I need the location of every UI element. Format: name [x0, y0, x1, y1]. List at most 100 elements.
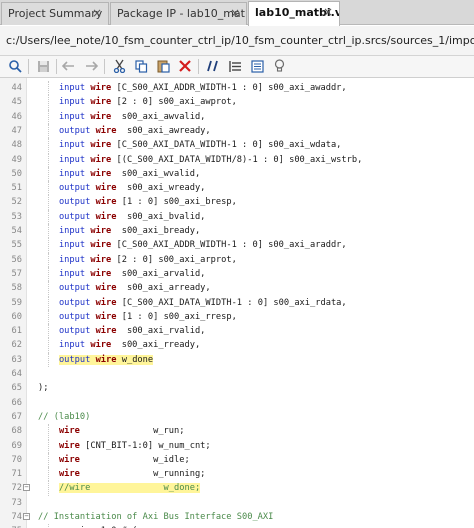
paste-icon[interactable]	[154, 57, 172, 75]
undo-icon[interactable]	[60, 57, 78, 75]
align-icon[interactable]	[226, 57, 244, 75]
line-number: 55	[11, 240, 22, 251]
copy-icon[interactable]	[132, 57, 150, 75]
keyword-token: output	[58, 197, 91, 208]
code-line[interactable]: 57 input wire s00_axi_arvalid,	[0, 266, 474, 282]
indent-guide	[48, 81, 50, 96]
line-number: 70	[11, 454, 22, 465]
keyword-token: wire	[95, 311, 117, 322]
line-number: 53	[11, 211, 22, 222]
code-text: input wire [2 : 0] s00_axi_awprot,	[59, 95, 237, 109]
code-line[interactable]: 55 input wire [C_S00_AXI_ADDR_WIDTH-1 : 0…	[0, 238, 474, 253]
code-text: output wire w_done	[58, 353, 154, 367]
indent-guide	[48, 238, 50, 253]
close-icon[interactable]: ×	[92, 3, 102, 24]
keyword-token: wire	[90, 168, 112, 179]
code-text: wire w_idle;	[59, 453, 190, 467]
close-icon[interactable]: ×	[230, 3, 240, 24]
keyword-token: wire	[90, 340, 112, 351]
code-line[interactable]: 60 output wire [1 : 0] s00_axi_rresp,	[0, 309, 474, 325]
code-token: [2 : 0] s00_axi_arprot,	[111, 254, 237, 265]
indent-guide	[48, 195, 50, 210]
line-number: 50	[11, 168, 22, 179]
code-editor[interactable]: 44 input wire [C_S00_AXI_ADDR_WIDTH-1 : 0…	[0, 78, 474, 528]
line-number: 62	[11, 340, 22, 351]
code-token: [C_S00_AXI_ADDR_WIDTH-1 : 0] s00_axi_awa…	[111, 83, 347, 93]
code-line[interactable]: 74− // Instantiation of Axi Bus Interface…	[0, 510, 474, 524]
line-number: 56	[11, 254, 22, 265]
code-line[interactable]: 67 // (lab10)	[0, 410, 474, 424]
code-line[interactable]: 66	[0, 396, 474, 410]
code-token: [C_S00_AXI_DATA_WIDTH-1 : 0] s00_axi_rda…	[116, 297, 347, 308]
code-token: [1 : 0] s00_axi_rresp,	[116, 311, 237, 322]
keyword-token: wire	[90, 240, 112, 251]
tab-bar: Project Summary × Package IP - lab10_mat…	[0, 0, 474, 26]
save-icon[interactable]	[34, 57, 52, 75]
code-line[interactable]: 45 input wire [2 : 0] s00_axi_awprot,	[0, 95, 474, 110]
keyword-token: input	[58, 240, 86, 251]
tab-label: Project Summary	[8, 7, 103, 20]
code-token: [1 : 0] s00_axi_bresp,	[116, 197, 237, 208]
code-token: w_done	[116, 354, 154, 365]
code-token: [CNT_BIT-1:0] w_num_cnt;	[79, 440, 211, 451]
search-icon[interactable]	[6, 57, 24, 75]
code-line[interactable]: 71 wire w_running;	[0, 467, 474, 482]
code-line[interactable]: 48 input wire [C_S00_AXI_DATA_WIDTH-1 : 0…	[0, 138, 474, 153]
code-text: output wire s00_axi_wready,	[59, 181, 205, 195]
code-line[interactable]: 69 wire [CNT_BIT-1:0] w_num_cnt;	[0, 438, 474, 453]
fold-toggle-icon[interactable]: −	[23, 513, 30, 520]
comment-token: // (lab10)	[38, 411, 91, 422]
code-line[interactable]: 53 output wire s00_axi_bvalid,	[0, 209, 474, 224]
code-line[interactable]: 65);	[0, 381, 474, 395]
code-line[interactable]: 49 input wire [(C_S00_AXI_DATA_WIDTH/8)-1…	[0, 152, 474, 167]
code-line[interactable]: 46 input wire s00_axi_awvalid,	[0, 109, 474, 124]
tab-lab10-matbi-v[interactable]: lab10_matbi.v ×	[248, 1, 340, 26]
redo-icon[interactable]	[82, 57, 100, 75]
code-line[interactable]: 72− //wire w_done;	[0, 481, 474, 496]
code-line[interactable]: 64	[0, 367, 474, 381]
code-text: // (lab10)	[38, 410, 90, 424]
cut-icon[interactable]	[110, 57, 128, 75]
bulb-icon[interactable]	[270, 57, 288, 75]
code-text: output wire s00_axi_awready,	[59, 124, 211, 138]
keyword-token: wire	[90, 154, 112, 165]
line-number: 49	[11, 154, 22, 165]
code-line[interactable]: 58 output wire s00_axi_arready,	[0, 281, 474, 296]
close-icon[interactable]: ×	[323, 2, 333, 23]
code-line[interactable]: 73	[0, 496, 474, 510]
line-number: 58	[11, 283, 22, 294]
keyword-token: wire	[95, 197, 117, 208]
code-line[interactable]: 56 input wire [2 : 0] s00_axi_arprot,	[0, 252, 474, 267]
code-line[interactable]: 75 myip_v1_0 # (	[0, 524, 474, 528]
code-line[interactable]: 62 input wire s00_axi_rready,	[0, 338, 474, 353]
keyword-token: wire	[90, 268, 112, 279]
tab-project-summary[interactable]: Project Summary ×	[1, 2, 109, 25]
tab-package-ip[interactable]: Package IP - lab10_matbi ×	[110, 2, 247, 25]
code-line[interactable]: 50 input wire s00_axi_wvalid,	[0, 166, 474, 182]
code-text: input wire [2 : 0] s00_axi_arprot,	[59, 253, 237, 267]
indent-guide	[48, 295, 50, 310]
code-text: input wire s00_axi_rready,	[59, 338, 200, 352]
code-line[interactable]: 68 wire w_run;	[0, 424, 474, 439]
line-number: 52	[11, 197, 22, 208]
line-number: 48	[11, 140, 22, 151]
code-token: [2 : 0] s00_axi_awprot,	[111, 97, 237, 108]
delete-icon[interactable]	[176, 57, 194, 75]
comment-icon[interactable]	[204, 57, 222, 75]
code-line[interactable]: 59 output wire [C_S00_AXI_DATA_WIDTH-1 : …	[0, 295, 474, 310]
code-line[interactable]: 54 input wire s00_axi_bready,	[0, 224, 474, 239]
code-line[interactable]: 61 output wire s00_axi_rvalid,	[0, 324, 474, 339]
keyword-token: output	[58, 211, 91, 222]
code-line[interactable]: 70 wire w_idle;	[0, 452, 474, 468]
code-token: s00_axi_bvalid,	[116, 211, 206, 222]
code-line[interactable]: 52 output wire [1 : 0] s00_axi_bresp,	[0, 195, 474, 210]
code-token: [C_S00_AXI_ADDR_WIDTH-1 : 0] s00_axi_ara…	[111, 240, 347, 251]
code-line[interactable]: 51 output wire s00_axi_wready,	[0, 181, 474, 196]
code-line[interactable]: 44 input wire [C_S00_AXI_ADDR_WIDTH-1 : 0…	[0, 81, 474, 96]
keyword-token: input	[58, 254, 86, 265]
code-line[interactable]: 47 output wire s00_axi_awready,	[0, 123, 474, 139]
keyword-token: input	[58, 111, 86, 122]
template-icon[interactable]	[248, 57, 266, 75]
code-line[interactable]: 63 output wire w_done	[0, 352, 474, 367]
fold-toggle-icon[interactable]: −	[23, 484, 30, 492]
